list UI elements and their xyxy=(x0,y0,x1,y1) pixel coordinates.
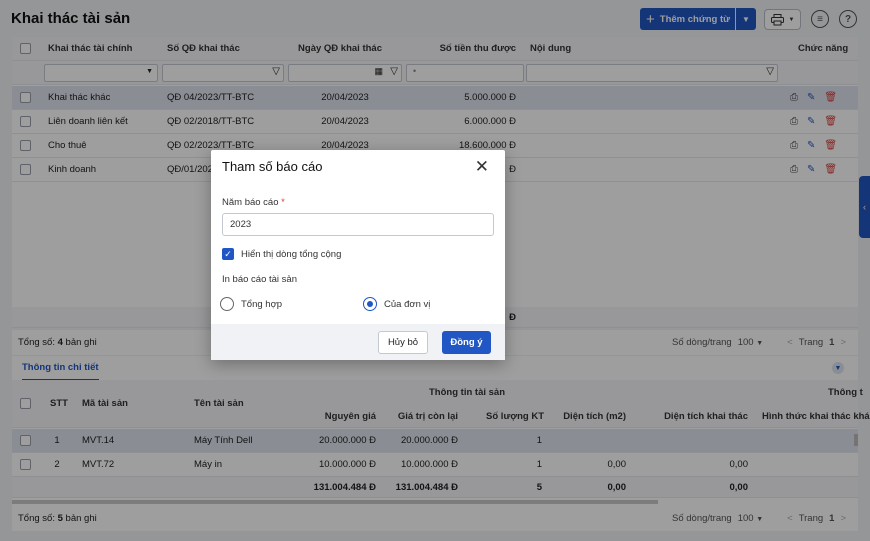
required-mark: * xyxy=(281,197,285,208)
year-input[interactable]: 2023 xyxy=(222,213,494,236)
unit-radio-label[interactable]: Của đơn vị xyxy=(384,299,430,310)
summary-radio[interactable] xyxy=(220,297,234,311)
year-label: Năm báo cáo * xyxy=(222,197,285,208)
print-report-section-label: In báo cáo tài sản xyxy=(222,274,297,285)
dialog-title: Tham số báo cáo xyxy=(222,159,323,174)
check-icon: ✓ xyxy=(224,248,232,259)
show-total-label[interactable]: Hiển thị dòng tổng cộng xyxy=(241,249,341,260)
close-icon[interactable]: ✕ xyxy=(475,157,489,177)
ok-button[interactable]: Đồng ý xyxy=(442,331,491,354)
show-total-checkbox[interactable]: ✓ xyxy=(222,248,234,260)
report-parameters-dialog: Tham số báo cáo ✕ Năm báo cáo * 2023 ✓ H… xyxy=(211,150,505,360)
unit-radio[interactable] xyxy=(363,297,377,311)
summary-radio-label[interactable]: Tổng hợp xyxy=(241,299,282,310)
cancel-button[interactable]: Hủy bỏ xyxy=(378,331,428,354)
